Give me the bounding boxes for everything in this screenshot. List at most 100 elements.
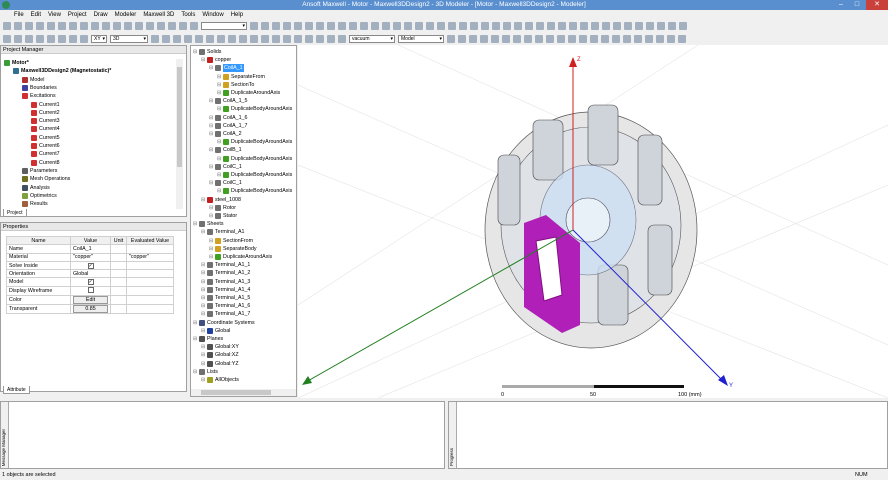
model-tree-item[interactable]: ⊟ CoilA_1_6 — [209, 114, 247, 122]
column-header[interactable]: Value — [70, 235, 111, 246]
property-value[interactable]: Global — [70, 269, 111, 279]
toolbar-icon[interactable] — [382, 22, 390, 30]
menu-draw[interactable]: Draw — [94, 10, 108, 20]
toolbar-icon[interactable] — [645, 35, 653, 43]
project-tree-item[interactable]: Parameters — [22, 167, 57, 175]
property-value[interactable]: ✓ — [70, 277, 111, 287]
maximize-button[interactable]: □ — [850, 0, 864, 10]
project-tree-item[interactable]: Current4 — [31, 125, 60, 133]
project-tree-item[interactable]: Current2 — [31, 109, 60, 117]
menu-project[interactable]: Project — [68, 10, 87, 20]
model-tree-item[interactable]: ⊟ CoilC_1 — [209, 179, 242, 187]
model-tree-item[interactable]: ⊟ CoilB_1 — [209, 146, 242, 154]
toolbar-icon[interactable] — [250, 22, 258, 30]
toolbar-icon[interactable] — [261, 35, 269, 43]
toolbar-icon[interactable] — [613, 22, 621, 30]
toolbar-icon[interactable] — [168, 22, 176, 30]
toolbar-icon[interactable] — [558, 22, 566, 30]
property-button[interactable]: Edit — [73, 295, 108, 304]
toolbar-icon[interactable] — [657, 22, 665, 30]
toolbar-dropdown[interactable] — [201, 22, 247, 30]
dimension-select[interactable]: 3D — [110, 35, 148, 43]
model-select[interactable]: Model — [398, 35, 444, 43]
toolbar-icon[interactable] — [162, 35, 170, 43]
toolbar-icon[interactable] — [590, 35, 598, 43]
toolbar-icon[interactable] — [91, 22, 99, 30]
column-header[interactable]: Name — [6, 235, 71, 246]
toolbar-icon[interactable] — [568, 35, 576, 43]
toolbar-icon[interactable] — [557, 35, 565, 43]
model-tree-item[interactable]: ⊟ steel_1008 — [201, 196, 241, 204]
toolbar-icon[interactable] — [679, 22, 687, 30]
toolbar-icon[interactable] — [513, 35, 521, 43]
toolbar-icon[interactable] — [316, 22, 324, 30]
project-tree-item[interactable]: Boundaries — [22, 84, 57, 92]
model-tree-item[interactable]: ⊟ SeparateBody — [209, 245, 257, 253]
property-value[interactable]: "copper" — [70, 252, 111, 262]
toolbar-icon[interactable] — [184, 35, 192, 43]
toolbar-icon[interactable] — [491, 35, 499, 43]
model-tree-item[interactable]: ⊟ SectionFrom — [209, 237, 253, 245]
toolbar-icon[interactable] — [36, 22, 44, 30]
toolbar-icon[interactable] — [47, 35, 55, 43]
menu-tools[interactable]: Tools — [181, 10, 195, 20]
property-value[interactable]: ✓ — [70, 260, 111, 271]
model-tree-item[interactable]: ⊟ SeparateFrom — [217, 73, 265, 81]
toolbar-icon[interactable] — [190, 22, 198, 30]
project-tree-item[interactable]: Excitations — [22, 92, 56, 100]
property-row[interactable]: Model ✓ — [6, 277, 174, 287]
column-header[interactable]: Unit — [110, 235, 127, 246]
project-tree-item[interactable]: Analysis — [22, 184, 50, 192]
property-value[interactable]: CoilA_1 — [70, 244, 111, 254]
toolbar-icon[interactable] — [135, 22, 143, 30]
minimize-button[interactable]: – — [834, 0, 848, 10]
model-tree-item[interactable]: ⊟ DuplicateBodyAroundAxis — [217, 155, 292, 163]
toolbar-icon[interactable] — [283, 35, 291, 43]
project-tree-item[interactable]: Model — [22, 76, 44, 84]
toolbar-icon[interactable] — [102, 22, 110, 30]
toolbar-icon[interactable] — [459, 22, 467, 30]
toolbar-icon[interactable] — [426, 22, 434, 30]
checkbox[interactable] — [87, 286, 94, 293]
project-tree-item[interactable]: Motor* — [4, 59, 29, 67]
menu-edit[interactable]: Edit — [31, 10, 41, 20]
menu-view[interactable]: View — [48, 10, 61, 20]
toolbar-icon[interactable] — [151, 35, 159, 43]
toolbar-icon[interactable] — [601, 35, 609, 43]
toolbar-icon[interactable] — [492, 22, 500, 30]
property-row[interactable]: Transparent 0.85 — [6, 303, 174, 314]
project-tree-item[interactable]: Current8 — [31, 159, 60, 167]
toolbar-icon[interactable] — [656, 35, 664, 43]
model-tree-item[interactable]: ⊟ DuplicateBodyAroundAxis — [217, 171, 292, 179]
toolbar-icon[interactable] — [469, 35, 477, 43]
toolbar-icon[interactable] — [316, 35, 324, 43]
model-tree-item[interactable]: ⊟ DuplicateBodyAroundAxis — [217, 138, 292, 146]
model-tree-item[interactable]: ⊟ Terminal_A1_6 — [201, 302, 250, 310]
model-tree-item[interactable]: ⊟ Terminal_A1_3 — [201, 278, 250, 286]
toolbar-icon[interactable] — [327, 22, 335, 30]
property-row[interactable]: Color Edit — [6, 294, 174, 305]
model-tree-item[interactable]: ⊟ CoilA_1_5 — [209, 97, 247, 105]
project-tree-item[interactable]: Maxwell3DDesign2 (Magnetostatic)* — [13, 67, 111, 75]
model-tree-item[interactable]: ⊟ Coordinate Systems — [193, 319, 255, 327]
toolbar-icon[interactable] — [514, 22, 522, 30]
model-tree-item[interactable]: ⊟ Terminal_A1 — [201, 228, 244, 236]
toolbar-icon[interactable] — [338, 22, 346, 30]
toolbar-icon[interactable] — [503, 22, 511, 30]
menu-file[interactable]: File — [14, 10, 24, 20]
toolbar-icon[interactable] — [3, 22, 11, 30]
project-tree-item[interactable]: Current3 — [31, 117, 60, 125]
toolbar-icon[interactable] — [25, 35, 33, 43]
toolbar-icon[interactable] — [502, 35, 510, 43]
toolbar-icon[interactable] — [470, 22, 478, 30]
toolbar-icon[interactable] — [646, 22, 654, 30]
toolbar-icon[interactable] — [69, 35, 77, 43]
project-tree-item[interactable]: Current6 — [31, 142, 60, 150]
checkbox[interactable]: ✓ — [87, 279, 94, 286]
model-tree-hscrollbar[interactable] — [191, 389, 296, 396]
model-tree-item[interactable]: ⊟ AllObjects — [201, 376, 239, 384]
plane-select[interactable]: XY — [91, 35, 107, 43]
toolbar-icon[interactable] — [283, 22, 291, 30]
model-view[interactable]: Z Y 0 50 100 (mm) — [298, 45, 888, 398]
model-tree-item[interactable]: ⊟ CoilA_2 — [209, 130, 242, 138]
